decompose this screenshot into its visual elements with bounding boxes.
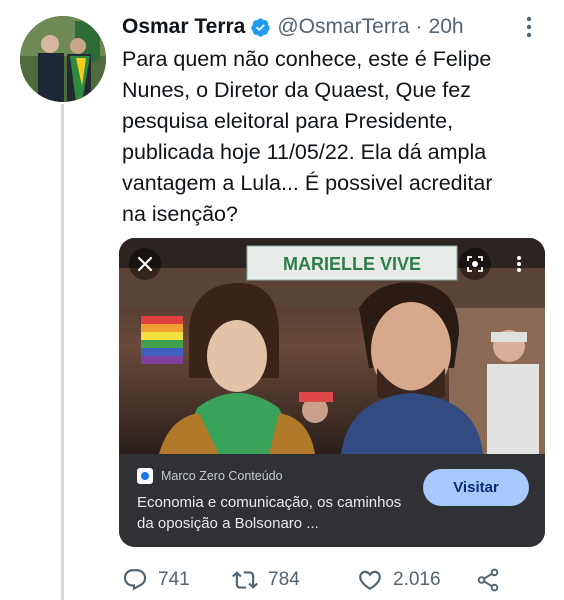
verified-badge-icon bbox=[250, 17, 271, 38]
source-name: Marco Zero Conteúdo bbox=[161, 469, 283, 483]
like-count: 2.016 bbox=[393, 569, 441, 590]
retweet-count: 784 bbox=[268, 569, 300, 590]
tweet: Osmar Terra @OsmarTerra · 20h Para quem … bbox=[0, 0, 564, 600]
link-preview-card[interactable]: MARIELLE VIVE Marco Zero Conteúdo Econom… bbox=[119, 238, 545, 547]
reply-icon bbox=[122, 567, 148, 593]
share-button[interactable] bbox=[475, 567, 505, 593]
lens-search-icon[interactable] bbox=[459, 248, 491, 280]
tweet-time[interactable]: 20h bbox=[429, 15, 464, 39]
banner-text: MARIELLE VIVE bbox=[283, 254, 421, 274]
retweet-button[interactable]: 784 bbox=[232, 567, 357, 593]
source-favicon-icon bbox=[137, 468, 153, 484]
avatar[interactable] bbox=[20, 16, 106, 102]
visit-button[interactable]: Visitar bbox=[423, 469, 529, 506]
retweet-icon bbox=[232, 567, 258, 593]
thread-line bbox=[61, 104, 64, 600]
author-handle[interactable]: @OsmarTerra bbox=[277, 15, 409, 39]
kebab-menu-icon[interactable] bbox=[503, 248, 535, 280]
reply-button[interactable]: 741 bbox=[122, 567, 232, 593]
card-title[interactable]: Economia e comunicação, os caminhos da o… bbox=[137, 492, 417, 534]
more-options-icon[interactable] bbox=[516, 14, 542, 40]
source-row: Marco Zero Conteúdo bbox=[137, 468, 283, 484]
share-icon bbox=[475, 567, 501, 593]
card-photo[interactable]: MARIELLE VIVE bbox=[119, 238, 545, 454]
author-name[interactable]: Osmar Terra bbox=[122, 15, 245, 39]
action-bar: 741 784 2.016 bbox=[122, 562, 542, 598]
like-button[interactable]: 2.016 bbox=[357, 567, 475, 593]
close-icon[interactable] bbox=[129, 248, 161, 280]
card-info: Marco Zero Conteúdo Economia e comunicaç… bbox=[119, 454, 545, 547]
heart-icon bbox=[357, 567, 383, 593]
separator-dot: · bbox=[415, 15, 423, 38]
tweet-header: Osmar Terra @OsmarTerra · 20h bbox=[122, 12, 542, 42]
reply-count: 741 bbox=[158, 569, 190, 590]
tweet-text: Para quem não conhece, este é Felipe Nun… bbox=[122, 47, 493, 226]
